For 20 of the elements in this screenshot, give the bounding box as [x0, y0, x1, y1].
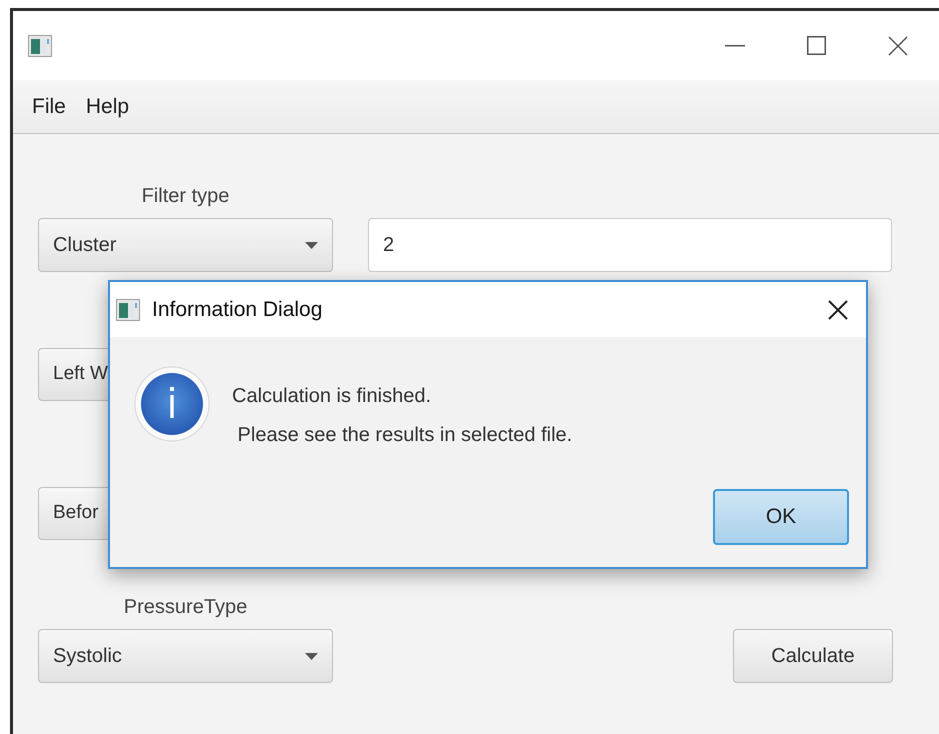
close-icon[interactable]	[828, 300, 848, 320]
pressure-type-label: PressureType	[124, 596, 248, 618]
number-field[interactable]: 2	[368, 218, 892, 272]
close-icon[interactable]	[888, 36, 908, 56]
dropdown-arrow-icon	[305, 652, 318, 660]
info-icon	[134, 366, 210, 442]
maximize-icon[interactable]	[807, 36, 826, 55]
app-icon	[28, 34, 52, 56]
menu-item[interactable]: Help	[86, 90, 130, 122]
calculate-button[interactable]: Calculate	[733, 629, 893, 683]
dropdown-arrow-icon	[305, 242, 318, 248]
pressure-type-dropdown[interactable]: Systolic	[38, 629, 333, 683]
ok-button[interactable]: OK	[713, 489, 849, 545]
filter-type-dropdown[interactable]: Cluster	[38, 218, 333, 272]
dialog-title: Information Dialog	[152, 296, 322, 323]
filter-type-label: Filter type	[142, 185, 230, 207]
app-icon	[116, 298, 140, 320]
minimize-icon[interactable]	[725, 44, 745, 46]
dialog-message: Calculation is finished. Please see the results in selected file.	[232, 384, 572, 448]
menu-item[interactable]: File	[32, 90, 66, 122]
